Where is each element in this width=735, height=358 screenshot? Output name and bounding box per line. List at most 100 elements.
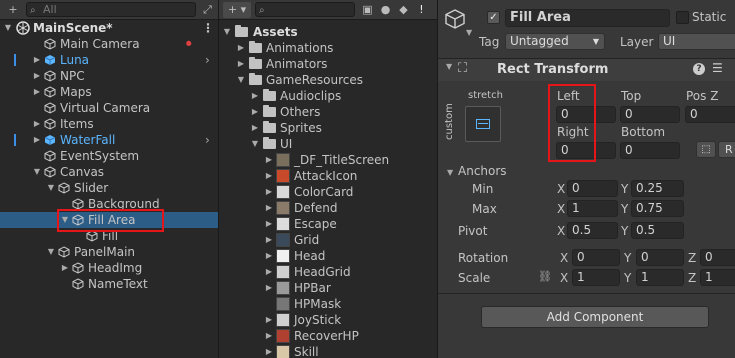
expand-arrow-closed[interactable]: ▶ [264, 248, 274, 264]
hierarchy-item[interactable]: ▶ HeadImg [0, 260, 218, 276]
settings-sliders-icon[interactable]: ☰ [712, 61, 723, 75]
expand-arrow-open[interactable]: ▼ [250, 136, 260, 152]
project-asset-row[interactable]: ▶ ColorCard [219, 184, 437, 200]
expand-arrow-closed[interactable]: ▶ [264, 312, 274, 328]
hierarchy-item[interactable]: EventSystem [0, 148, 218, 164]
project-folder-row[interactable]: ▶ Animators [219, 56, 437, 72]
expand-arrow-closed[interactable]: ▶ [264, 184, 274, 200]
anchor-presets-button[interactable] [465, 106, 501, 142]
project-folder-row[interactable]: ▼ GameResources [219, 72, 437, 88]
scene-filter-icon[interactable]: ▣ [359, 2, 376, 18]
scene-expand-arrow[interactable]: ▼ [3, 20, 13, 36]
expand-arrow-closed[interactable]: ▶ [32, 132, 42, 148]
assets-root-row[interactable]: ▼ Assets [219, 24, 437, 40]
expand-arrow-closed[interactable]: ▶ [264, 168, 274, 184]
static-checkbox[interactable] [676, 11, 689, 24]
project-asset-row[interactable]: ▶ JoyStick [219, 312, 437, 328]
hierarchy-item[interactable]: ▶ Items [0, 116, 218, 132]
rect-transform-header[interactable]: ▼ ⛶ Rect Transform ? ☰ [438, 59, 735, 81]
expand-arrow-closed[interactable]: ▶ [236, 56, 246, 72]
rotation-y-field[interactable]: 0 [636, 249, 684, 266]
warning-icon[interactable]: ! [413, 2, 430, 18]
hierarchy-search-input[interactable]: ⌕ All [26, 2, 196, 17]
project-folder-row[interactable]: ▶ Audioclips [219, 88, 437, 104]
expand-arrow-closed[interactable]: ▶ [264, 264, 274, 280]
chevron-right-icon[interactable]: › [205, 52, 210, 68]
expand-arrow-closed[interactable]: ▶ [236, 40, 246, 56]
min-y-field[interactable]: 0.25 [631, 180, 684, 197]
tag-dropdown[interactable]: Untagged ▼ [505, 33, 605, 50]
expand-arrow-closed[interactable]: ▶ [60, 260, 70, 276]
project-folder-row[interactable]: ▶ Sprites [219, 120, 437, 136]
chevron-right-icon[interactable]: › [205, 132, 210, 148]
expand-arrow-closed[interactable]: ▶ [264, 280, 274, 296]
expand-arrow-closed[interactable]: ▶ [250, 88, 260, 104]
expand-arrow-closed[interactable]: ▶ [264, 200, 274, 216]
project-asset-row[interactable]: ▶ Skill [219, 344, 437, 358]
pivot-x-field[interactable]: 0.5 [567, 222, 618, 239]
label-filter-icon[interactable]: ◆ [395, 2, 412, 18]
min-x-field[interactable]: 0 [567, 180, 618, 197]
scale-y-field[interactable]: 1 [636, 269, 684, 286]
hierarchy-item[interactable]: Virtual Camera [0, 100, 218, 116]
project-asset-row[interactable]: ▶ HPBar [219, 280, 437, 296]
expand-arrow-open[interactable]: ▼ [236, 72, 246, 88]
project-asset-row[interactable]: ▶ Escape [219, 216, 437, 232]
scale-z-field[interactable]: 1 [700, 269, 735, 286]
object-name-field[interactable]: Fill Area [505, 9, 670, 27]
hierarchy-item[interactable]: ▼ Canvas [0, 164, 218, 180]
expand-arrow-open[interactable]: ▼ [32, 164, 42, 180]
scale-x-field[interactable]: 1 [572, 269, 620, 286]
assets-expand-arrow[interactable]: ▼ [222, 24, 232, 40]
add-component-button[interactable]: Add Component [481, 306, 709, 328]
hierarchy-item[interactable]: Main Camera ⏺ [0, 36, 218, 52]
hierarchy-menu-icon[interactable]: ⤢ [199, 2, 216, 18]
scene-more-icon[interactable]: ⋮ [202, 20, 214, 36]
expand-arrow-closed[interactable]: ▶ [264, 152, 274, 168]
pivot-y-field[interactable]: 0.5 [631, 222, 684, 239]
project-asset-row[interactable]: HPMask [219, 296, 437, 312]
expand-arrow-closed[interactable]: ▶ [264, 328, 274, 344]
anchors-expand-arrow[interactable]: ▼ [447, 168, 453, 177]
expand-arrow-closed[interactable]: ▶ [250, 120, 260, 136]
project-asset-row[interactable]: ▶ HeadGrid [219, 264, 437, 280]
project-asset-row[interactable]: ▶ Head [219, 248, 437, 264]
help-icon[interactable]: ? [693, 63, 705, 75]
project-search-input[interactable]: ⌕ [255, 2, 355, 17]
project-asset-row[interactable]: ▶ Defend [219, 200, 437, 216]
expand-arrow-closed[interactable]: ▶ [32, 68, 42, 84]
scene-row[interactable]: ▼ MainScene* ⋮ [0, 20, 218, 36]
project-folder-row[interactable]: ▶ Others [219, 104, 437, 120]
expand-arrow-closed[interactable]: ▶ [32, 84, 42, 100]
type-filter-icon[interactable]: ● [377, 2, 394, 18]
blueprint-mode-button[interactable]: ⬚ [696, 141, 716, 158]
top-field[interactable]: 0 [620, 106, 680, 123]
project-asset-row[interactable]: ▶ _DF_TitleScreen [219, 152, 437, 168]
expand-arrow-closed[interactable]: ▶ [264, 216, 274, 232]
icon-dropdown-arrow[interactable]: ▼ [466, 28, 472, 37]
project-asset-row[interactable]: ▶ Grid [219, 232, 437, 248]
project-folder-row[interactable]: ▼ UI [219, 136, 437, 152]
posz-field[interactable]: 0 [685, 106, 735, 123]
max-x-field[interactable]: 1 [567, 200, 618, 217]
project-add-button[interactable]: + ▾ [223, 2, 251, 18]
expand-arrow-closed[interactable]: ▶ [264, 232, 274, 248]
hierarchy-item[interactable]: ▶ Luna › [0, 52, 218, 68]
expand-arrow-open[interactable]: ▼ [46, 244, 56, 260]
expand-arrow-closed[interactable]: ▶ [264, 344, 274, 358]
rotation-z-field[interactable]: 0 [700, 249, 735, 266]
raw-edit-button[interactable]: R [718, 141, 735, 158]
hierarchy-item[interactable]: ▶ NPC [0, 68, 218, 84]
project-folder-row[interactable]: ▶ Animations [219, 40, 437, 56]
bottom-field[interactable]: 0 [620, 142, 680, 159]
hierarchy-item[interactable]: ▶ Maps [0, 84, 218, 100]
hierarchy-item[interactable]: ▼ Slider [0, 180, 218, 196]
expand-arrow-open[interactable]: ▼ [46, 180, 56, 196]
collapse-arrow[interactable]: ▼ [446, 62, 452, 71]
max-y-field[interactable]: 0.75 [631, 200, 684, 217]
expand-arrow-closed[interactable]: ▶ [250, 104, 260, 120]
rotation-x-field[interactable]: 0 [572, 249, 620, 266]
layer-dropdown[interactable]: UI [658, 33, 735, 50]
project-asset-row[interactable]: ▶ RecoverHP [219, 328, 437, 344]
expand-arrow-closed[interactable]: ▶ [32, 52, 42, 68]
